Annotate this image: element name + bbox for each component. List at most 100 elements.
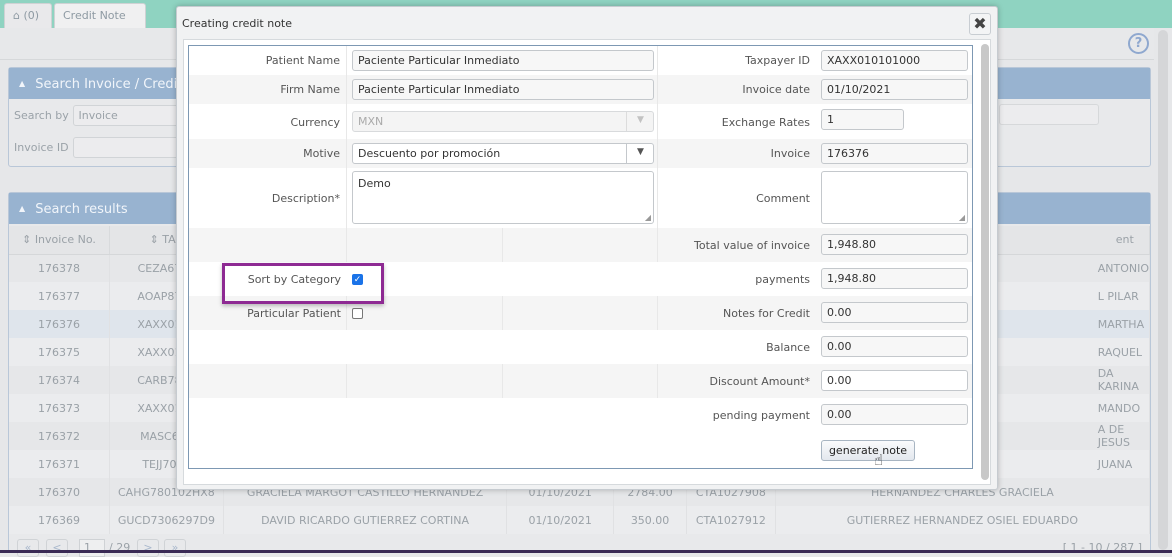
form-row: Balance 0.00 [189, 330, 972, 364]
invoice-input[interactable]: 176376 [821, 143, 968, 164]
discount-amount-input[interactable]: 0.00 [821, 370, 968, 391]
motive-value: Descuento por promoción [358, 147, 501, 160]
form-row: pending payment 0.00 [189, 398, 972, 432]
invoice-label: Invoice [770, 147, 810, 160]
taxpayer-id-input[interactable]: XAXX010101000 [821, 50, 968, 71]
cell-invoice: 176377 [9, 282, 111, 310]
invoice-id-label: Invoice ID [14, 140, 69, 154]
cell-invoice: 176374 [9, 366, 111, 394]
table-row[interactable]: 176369 GUCD7306297D9 DAVID RICARDO GUTIERR… [9, 506, 1151, 534]
patient-name-input[interactable]: Paciente Particular Inmediato [352, 50, 654, 71]
page-scrollbar[interactable] [1158, 30, 1168, 550]
prev-page-button[interactable]: < [46, 539, 68, 557]
hand-cursor-icon: ☝ [874, 451, 884, 469]
chevron-down-icon: ▼ [626, 112, 653, 131]
description-textarea[interactable]: Demo ◢ [352, 171, 654, 224]
balance-input[interactable]: 0.00 [821, 336, 968, 357]
search-by-row: Search by Invoice [14, 105, 183, 126]
search-panel-title: Search Invoice / Credit N [35, 77, 197, 92]
cell-invoice: 176371 [9, 450, 111, 478]
taxpayer-id-label: Taxpayer ID [745, 54, 810, 67]
discount-amount-label: Discount Amount* [709, 375, 810, 388]
comment-textarea[interactable]: ◢ [821, 171, 968, 224]
notes-for-credit-input[interactable]: 0.00 [821, 302, 968, 323]
collapse-caret-icon: ▲ [19, 79, 26, 88]
chevron-down-icon: ▼ [626, 144, 653, 163]
description-label: Description* [271, 192, 340, 205]
comment-label: Comment [756, 192, 810, 205]
payments-label: payments [755, 273, 810, 286]
payments-input[interactable]: 1,948.80 [821, 268, 968, 289]
last-page-button[interactable]: » [164, 539, 186, 557]
dialog-scrollbar[interactable] [981, 44, 989, 480]
cell-account: CTA1027912 [686, 506, 776, 534]
close-icon: ✖ [973, 14, 987, 33]
resize-grip-icon[interactable]: ◢ [959, 213, 965, 222]
balance-label: Balance [766, 341, 810, 354]
generate-note-button[interactable]: generate note [821, 440, 915, 461]
results-panel-title: Search results [35, 202, 128, 217]
invoice-id-input[interactable] [72, 137, 183, 158]
sort-by-category-checkbox[interactable]: ✓ [352, 274, 363, 285]
currency-value: MXN [358, 115, 384, 128]
pending-payment-label: pending payment [712, 409, 810, 422]
cell-invoice: 176370 [9, 478, 111, 506]
tab-home[interactable]: ⌂ (0) [4, 3, 52, 28]
checkmark-icon: ✓ [353, 275, 362, 285]
dialog-title: Creating credit note [182, 17, 293, 30]
search-by-label: Search by [14, 108, 69, 122]
particular-patient-label: Particular Patient [247, 307, 341, 320]
form-row: Patient Name Paciente Particular Inmedia… [189, 46, 972, 75]
col-invoice-no[interactable]: ⇕ Invoice No. [9, 226, 111, 255]
form-row: Motive Descuento por promoción ▼ Invoice… [189, 139, 972, 168]
form-row: generate note [189, 432, 972, 468]
cell-invoice: 176375 [9, 338, 111, 366]
credit-note-form: Patient Name Paciente Particular Inmedia… [188, 45, 973, 469]
invoice-id-row: Invoice ID [14, 137, 183, 158]
total-value-label: Total value of invoice [694, 239, 810, 252]
form-row: Total value of invoice 1,948.80 [189, 228, 972, 262]
patient-name-label: Patient Name [265, 54, 340, 67]
total-value-input[interactable]: 1,948.80 [821, 234, 968, 255]
particular-patient-checkbox[interactable] [352, 308, 363, 319]
search-by-select[interactable]: Invoice [72, 105, 183, 126]
search-right-input[interactable] [999, 104, 1099, 125]
help-icon[interactable]: ? [1128, 33, 1149, 54]
page-input[interactable]: 1 [79, 539, 105, 557]
cell-invoice: 176378 [9, 254, 111, 282]
notes-for-credit-label: Notes for Credit [723, 307, 810, 320]
cell-amount: 350.00 [613, 506, 688, 534]
form-row: Description* Demo ◢ Comment ◢ [189, 168, 972, 228]
exchange-rates-label: Exchange Rates [721, 116, 810, 129]
tab-credit-note[interactable]: Credit Note ✖ [54, 3, 146, 46]
form-row: Discount Amount* 0.00 [189, 364, 972, 398]
cell-date: 01/10/2021 [506, 506, 615, 534]
currency-select[interactable]: MXN ▼ [352, 111, 654, 132]
close-dialog-button[interactable]: ✖ [969, 13, 991, 35]
resize-grip-icon[interactable]: ◢ [645, 213, 651, 222]
cell-tax: GUCD7306297D9 [109, 506, 224, 534]
cell-customer: GUTIERREZ HERNANDEZ OSIEL EDUARDO [775, 506, 1151, 534]
cell-invoice: 176369 [9, 506, 111, 534]
invoice-date-label: Invoice date [742, 83, 810, 96]
currency-label: Currency [290, 116, 340, 129]
form-row: Currency MXN ▼ Exchange Rates 1 [189, 104, 972, 139]
form-row: Firm Name Paciente Particular Inmediato … [189, 75, 972, 104]
pending-payment-input[interactable]: 0.00 [821, 404, 968, 425]
firm-name-input[interactable]: Paciente Particular Inmediato [352, 79, 654, 100]
form-row: Particular Patient Notes for Credit 0.00 [189, 296, 972, 330]
motive-label: Motive [303, 147, 340, 160]
dialog-body: Patient Name Paciente Particular Inmedia… [183, 39, 991, 485]
next-page-button[interactable]: > [137, 539, 159, 557]
first-page-button[interactable]: « [17, 539, 39, 557]
invoice-date-input[interactable]: 01/10/2021 [821, 79, 968, 100]
firm-name-label: Firm Name [280, 83, 340, 96]
tab-home-label: (0) [23, 9, 40, 22]
form-row: Sort by Category ✓ payments 1,948.80 [189, 262, 972, 296]
motive-select[interactable]: Descuento por promoción ▼ [352, 143, 654, 164]
exchange-rates-input[interactable]: 1 [821, 109, 904, 130]
cell-invoice: 176372 [9, 422, 111, 450]
sort-by-category-label: Sort by Category [247, 273, 341, 286]
cell-invoice: 176373 [9, 394, 111, 422]
credit-note-dialog: Creating credit note ✖ Patient Name Paci… [176, 6, 998, 490]
